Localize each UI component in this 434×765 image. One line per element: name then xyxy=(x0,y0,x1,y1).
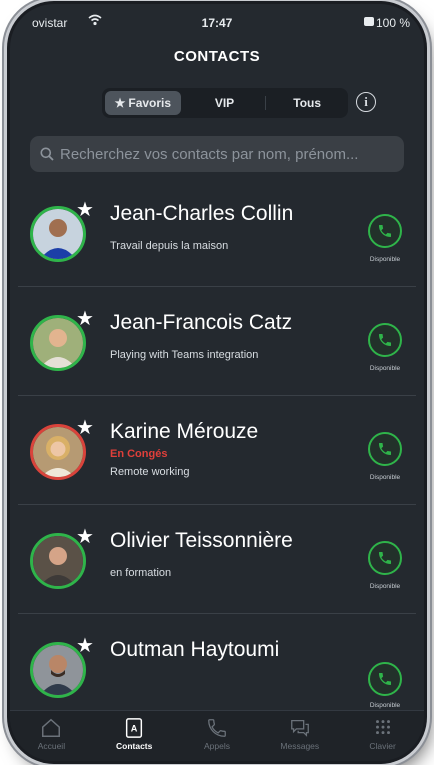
call-button[interactable] xyxy=(368,662,402,696)
star-icon: ★ xyxy=(114,96,126,110)
home-icon xyxy=(42,718,61,737)
favorite-star-icon[interactable]: ★ xyxy=(76,527,94,547)
dialpad-icon xyxy=(375,720,390,735)
contact-note: Travail depuis la maison xyxy=(110,240,229,252)
call-button[interactable] xyxy=(368,323,402,357)
absence-status: En Congés xyxy=(110,448,168,460)
contact-name: Jean-Charles Collin xyxy=(110,202,294,225)
contact-row[interactable]: ★ Jean-Charles Collin Travail depuis la … xyxy=(18,178,416,287)
presence-label: Disponible xyxy=(369,256,401,263)
tab-favoris[interactable]: ★ Favoris xyxy=(105,91,181,115)
battery-level: 100 % xyxy=(375,16,410,30)
contact-name: Outman Haytoumi xyxy=(110,638,280,661)
phone-icon xyxy=(379,552,391,564)
call-button[interactable] xyxy=(368,432,402,466)
tab-label: Contacts xyxy=(116,741,153,751)
tab-label: VIP xyxy=(214,96,235,110)
call-button[interactable] xyxy=(368,214,402,248)
phone-icon xyxy=(208,719,226,737)
presence-label: Disponible xyxy=(369,702,401,709)
favorite-star-icon[interactable]: ★ xyxy=(76,636,94,656)
favorite-star-icon[interactable]: ★ xyxy=(76,200,94,220)
phone-icon xyxy=(379,673,391,685)
tab-messages[interactable]: Messages xyxy=(258,711,341,761)
search-icon xyxy=(40,147,54,161)
info-icon[interactable]: i xyxy=(356,92,376,112)
contact-name: Karine Mérouze xyxy=(110,420,259,443)
favorite-star-icon[interactable]: ★ xyxy=(76,309,94,329)
svg-text:A: A xyxy=(131,724,138,734)
contact-row[interactable]: ★ Karine Mérouze En Congés Remote workin… xyxy=(18,396,416,505)
presence-label: Disponible xyxy=(369,583,401,590)
contacts-icon: A xyxy=(126,718,143,738)
phone-icon xyxy=(379,225,391,237)
contact-note: Playing with Teams integration xyxy=(110,349,259,361)
presence-label: Disponible xyxy=(369,474,401,481)
tab-label: Clavier xyxy=(369,741,396,751)
tab-tous[interactable]: Tous xyxy=(269,91,345,115)
status-bar: ovistar 17:47 100 % xyxy=(10,12,424,34)
phone-frame: ovistar 17:47 100 % CONTACTS ★ Favoris V… xyxy=(10,4,424,761)
search-input[interactable] xyxy=(60,145,404,163)
presence-label: Disponible xyxy=(369,365,401,372)
tab-appels[interactable]: Appels xyxy=(176,711,259,761)
battery-icon xyxy=(364,17,374,26)
bottom-tab-bar: Accueil A Contacts Appels Messages Clavi… xyxy=(10,710,424,761)
favorite-star-icon[interactable]: ★ xyxy=(76,418,94,438)
call-button[interactable] xyxy=(368,541,402,575)
segment-divider xyxy=(265,96,267,110)
contact-name: Olivier Teissonnière xyxy=(110,529,293,552)
page-title: CONTACTS xyxy=(173,48,261,65)
tab-label: Accueil xyxy=(37,741,66,751)
search-bar xyxy=(30,136,404,172)
contact-row[interactable]: ★ Jean-Francois Catz Playing with Teams … xyxy=(18,287,416,396)
clock: 17:47 xyxy=(201,16,233,30)
tab-label: Appels xyxy=(203,741,230,751)
contact-row[interactable]: ★ Olivier Teissonnière en formation Disp… xyxy=(18,505,416,614)
phone-icon xyxy=(379,443,391,455)
contact-name: Jean-Francois Catz xyxy=(110,311,293,334)
chat-icon xyxy=(290,720,309,737)
tab-label: Favoris xyxy=(128,96,172,110)
tab-contacts[interactable]: A Contacts xyxy=(93,711,176,761)
tab-label: Messages xyxy=(280,741,320,751)
contact-list: ★ Jean-Charles Collin Travail depuis la … xyxy=(10,178,424,722)
tab-accueil[interactable]: Accueil xyxy=(10,711,93,761)
phone-icon xyxy=(379,334,391,346)
contact-note: Remote working xyxy=(110,466,190,478)
filter-segmented-control: ★ Favoris VIP Tous xyxy=(102,88,348,118)
contact-row[interactable]: ★ Outman Haytoumi Disponible xyxy=(18,614,416,722)
tab-label: Tous xyxy=(293,96,322,110)
tab-clavier[interactable]: Clavier xyxy=(341,711,424,761)
tab-vip[interactable]: VIP xyxy=(187,91,263,115)
contact-note: en formation xyxy=(110,567,172,579)
